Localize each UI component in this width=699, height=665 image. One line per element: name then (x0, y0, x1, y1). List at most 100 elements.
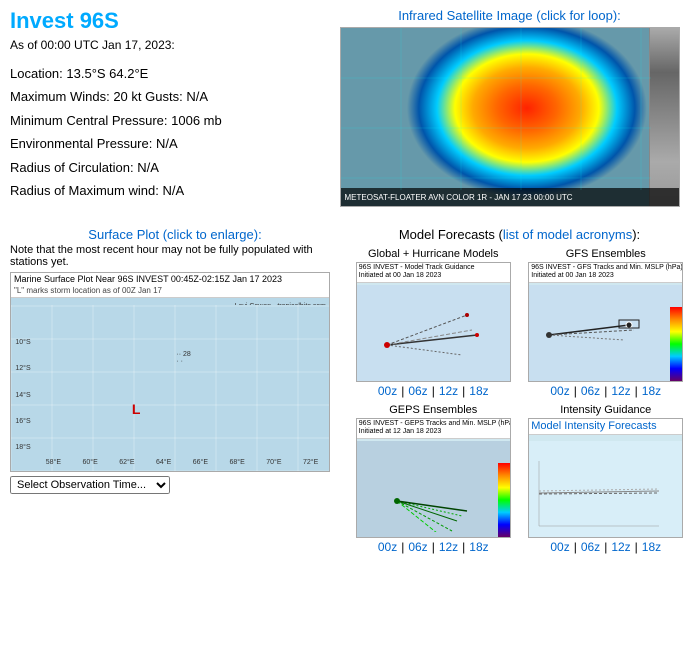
geps-sep-1: | (401, 540, 404, 554)
gfs-model-content (529, 285, 682, 381)
axis-bottom-3: 64°E (156, 459, 171, 466)
intensity-sep-2: | (604, 540, 607, 554)
axis-bottom-0: 58°E (46, 459, 61, 466)
surface-plot-link[interactable]: Surface Plot (click to enlarge): (88, 227, 261, 242)
sat-bottom-text: METEOSAT-FLOATER AVN COLOR 1R - JAN 17 2… (345, 193, 573, 202)
intensity-link[interactable]: Model Intensity Forecasts (531, 420, 656, 432)
intensity-link-18z[interactable]: 18z (642, 540, 661, 554)
intensity-svg (529, 441, 682, 537)
axis-left-4: 18°S (11, 444, 35, 451)
intensity-link-12z[interactable]: 12z (611, 540, 630, 554)
intensity-time-links: 00z | 06z | 12z | 18z (550, 540, 661, 554)
geps-model-content (357, 441, 510, 537)
geps-link-18z[interactable]: 18z (469, 540, 488, 554)
gfs-model-panel: GFS Ensembles 96S INVEST - GFS Tracks an… (523, 248, 690, 398)
global-model-panel: Global + Hurricane Models 96S INVEST - M… (350, 248, 517, 398)
plot-observation-dots: ·· 28· · (176, 351, 190, 365)
min-pressure-row: Minimum Central Pressure: 1006 mb (10, 109, 320, 132)
sat-grid-svg (341, 28, 651, 190)
geps-link-00z[interactable]: 00z (378, 540, 397, 554)
bottom-section: Surface Plot (click to enlarge): Note th… (0, 217, 699, 554)
global-sep-2: | (432, 384, 435, 398)
geps-sep-2: | (432, 540, 435, 554)
surface-plot-box[interactable]: Marine Surface Plot Near 96S INVEST 00:4… (10, 272, 330, 472)
gusts-value: N/A (186, 89, 208, 104)
geps-model-image[interactable]: 96S INVEST - GEPS Tracks and Min. MSLP (… (356, 418, 511, 538)
gfs-model-title: GFS Ensembles (566, 248, 646, 260)
intensity-model-title: Intensity Guidance (560, 404, 651, 416)
radius-max-wind-value: N/A (162, 183, 184, 198)
satellite-link[interactable]: Infrared Satellite Image (click for loop… (398, 8, 621, 23)
radius-max-wind-label: Radius of Maximum wind: (10, 183, 159, 198)
geps-tracks-svg (367, 451, 496, 532)
left-surface: Surface Plot (click to enlarge): Note th… (10, 227, 340, 554)
plot-subtitle-text: "L" marks storm location as of 00Z Jan 1… (14, 286, 326, 296)
intensity-model-img-title: Model Intensity Forecasts (529, 419, 682, 435)
axis-left-1: 12°S (11, 365, 35, 372)
geps-sep-3: | (462, 540, 465, 554)
geps-link-06z[interactable]: 06z (408, 540, 427, 554)
gfs-sep-3: | (635, 384, 638, 398)
satellite-image[interactable]: METEOSAT-FLOATER AVN COLOR 1R - JAN 17 2… (340, 27, 680, 207)
sat-colorbar (649, 28, 679, 206)
axis-bottom-5: 68°E (229, 459, 244, 466)
geps-link-12z[interactable]: 12z (439, 540, 458, 554)
axis-bottom-2: 62°E (119, 459, 134, 466)
global-model-content (357, 285, 510, 381)
intensity-link-06z[interactable]: 06z (581, 540, 600, 554)
gfs-time-links: 00z | 06z | 12z | 18z (550, 384, 661, 398)
global-model-img-title: 96S INVEST - Model Track Guidance Initia… (357, 263, 510, 283)
radius-max-wind-row: Radius of Maximum wind: N/A (10, 179, 320, 202)
axis-left-3: 16°S (11, 418, 35, 425)
radius-circ-row: Radius of Circulation: N/A (10, 156, 320, 179)
gfs-link-12z[interactable]: 12z (611, 384, 630, 398)
geps-colorbar (498, 463, 510, 537)
intensity-model-panel: Intensity Guidance Model Intensity Forec… (523, 404, 690, 554)
intensity-sep-3: | (635, 540, 638, 554)
model-acronyms-link[interactable]: list of model acronyms (503, 227, 632, 242)
plot-main-title: Marine Surface Plot Near 96S INVEST 00:4… (14, 274, 326, 286)
env-pressure-row: Environmental Pressure: N/A (10, 132, 320, 155)
location-row: Location: 13.5°S 64.2°E (10, 62, 320, 85)
gfs-link-00z[interactable]: 00z (550, 384, 569, 398)
intensity-link-00z[interactable]: 00z (550, 540, 569, 554)
geps-model-img-title: 96S INVEST - GEPS Tracks and Min. MSLP (… (357, 419, 510, 439)
select-observation-container[interactable]: Select Observation Time... 00:45Z 01:15Z… (10, 476, 170, 494)
page-container: Invest 96S As of 00:00 UTC Jan 17, 2023:… (0, 0, 699, 554)
geps-time-links: 00z | 06z | 12z | 18z (378, 540, 489, 554)
gfs-sep-1: | (574, 384, 577, 398)
global-model-image[interactable]: 96S INVEST - Model Track Guidance Initia… (356, 262, 511, 382)
min-pressure-label: Minimum Central Pressure: (10, 113, 168, 128)
axis-left-0: 10°S (11, 339, 35, 346)
satellite-title: Infrared Satellite Image (click for loop… (398, 8, 621, 23)
left-info: Invest 96S As of 00:00 UTC Jan 17, 2023:… (10, 8, 320, 207)
geps-model-title: GEPS Ensembles (389, 404, 477, 416)
axis-bottom-7: 72°E (303, 459, 318, 466)
gfs-link-06z[interactable]: 06z (581, 384, 600, 398)
global-link-06z[interactable]: 06z (408, 384, 427, 398)
location-value: 13.5°S 64.2°E (66, 66, 148, 81)
right-satellite: Infrared Satellite Image (click for loop… (330, 8, 689, 207)
global-time-links: 00z | 06z | 12z | 18z (378, 384, 489, 398)
axis-left-2: 14°S (11, 392, 35, 399)
surface-plot-title: Surface Plot (click to enlarge): (10, 227, 340, 242)
global-link-00z[interactable]: 00z (378, 384, 397, 398)
gfs-link-18z[interactable]: 18z (642, 384, 661, 398)
select-observation-dropdown[interactable]: Select Observation Time... 00:45Z 01:15Z… (10, 476, 170, 494)
storm-location-marker: L (132, 401, 141, 417)
plot-content: 10°S 12°S 14°S 16°S 18°S 58°E 60°E 62°E … (11, 305, 329, 471)
env-pressure-value: N/A (156, 136, 178, 151)
radius-circ-label: Radius of Circulation: (10, 160, 134, 175)
models-title: Model Forecasts (list of model acronyms)… (350, 227, 689, 242)
axis-bottom-6: 70°E (266, 459, 281, 466)
global-link-12z[interactable]: 12z (439, 384, 458, 398)
gfs-model-img-title: 96S INVEST - GFS Tracks and Min. MSLP (h… (529, 263, 682, 283)
global-link-18z[interactable]: 18z (469, 384, 488, 398)
radius-circ-value: N/A (137, 160, 159, 175)
gfs-colorbar (670, 307, 682, 381)
plot-title-bar: Marine Surface Plot Near 96S INVEST 00:4… (11, 273, 329, 298)
intensity-model-image[interactable]: Model Intensity Forecasts (528, 418, 683, 538)
storm-details: Location: 13.5°S 64.2°E Maximum Winds: 2… (10, 62, 320, 202)
gfs-model-image[interactable]: 96S INVEST - GFS Tracks and Min. MSLP (h… (528, 262, 683, 382)
top-section: Invest 96S As of 00:00 UTC Jan 17, 2023:… (0, 0, 699, 207)
